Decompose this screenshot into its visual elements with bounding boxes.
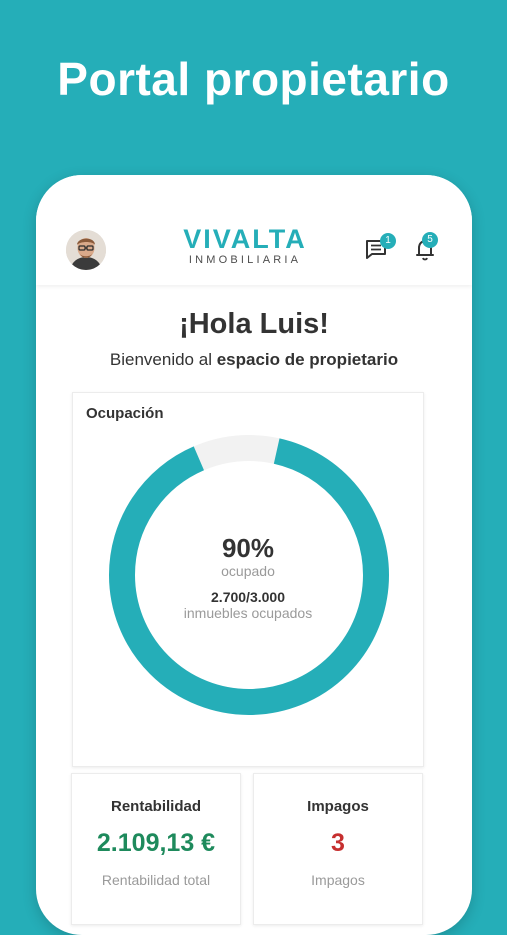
logo-wordmark: VIVALTA bbox=[183, 224, 307, 254]
messages-badge: 1 bbox=[380, 233, 396, 249]
occupancy-card[interactable]: Ocupación 90% ocupado 2.700/3.000 inmueb… bbox=[72, 392, 424, 767]
logo-tagline: INMOBILIARIA bbox=[188, 254, 302, 266]
welcome-intro-bold: espacio de propietario bbox=[216, 350, 399, 369]
defaults-label: Impagos bbox=[311, 872, 365, 888]
welcome-intro: Bienvenido al bbox=[109, 350, 212, 369]
defaults-card[interactable]: Impagos 3 Impagos bbox=[253, 773, 423, 925]
occupancy-percent: 90% bbox=[221, 533, 275, 563]
occupancy-units: 2.700/3.000 bbox=[211, 589, 285, 605]
avatar-image bbox=[66, 230, 106, 270]
profitability-label: Rentabilidad total bbox=[101, 872, 211, 888]
defaults-value: 3 bbox=[331, 829, 345, 857]
user-avatar[interactable] bbox=[66, 230, 106, 270]
brand-logo: VIVALTA INMOBILIARIA bbox=[176, 225, 314, 266]
banner-title: Portal propietario bbox=[57, 53, 450, 105]
greeting-heading: ¡Hola Luis! bbox=[179, 308, 329, 340]
occupancy-percent-label: ocupado bbox=[221, 563, 275, 579]
occupancy-title: Ocupación bbox=[86, 405, 164, 422]
notifications-button[interactable]: 5 bbox=[413, 232, 439, 263]
profitability-value: 2.109,13 € bbox=[96, 829, 216, 857]
donut-center-text: 90% ocupado 2.700/3.000 inmuebles ocupad… bbox=[73, 533, 423, 621]
messages-button[interactable]: 1 bbox=[364, 233, 396, 263]
notifications-badge: 5 bbox=[422, 232, 438, 248]
occupancy-units-label: inmuebles ocupados bbox=[183, 605, 313, 621]
profitability-card[interactable]: Rentabilidad 2.109,13 € Rentabilidad tot… bbox=[71, 773, 241, 925]
phone-frame: VIVALTA INMOBILIARIA 1 5 ¡Hola Luis! Bie… bbox=[36, 175, 472, 935]
profitability-title: Rentabilidad bbox=[110, 798, 201, 815]
defaults-title: Impagos bbox=[307, 798, 369, 815]
welcome-text: Bienvenido al espacio de propietario bbox=[36, 350, 472, 370]
app-header: VIVALTA INMOBILIARIA 1 5 bbox=[36, 175, 472, 285]
